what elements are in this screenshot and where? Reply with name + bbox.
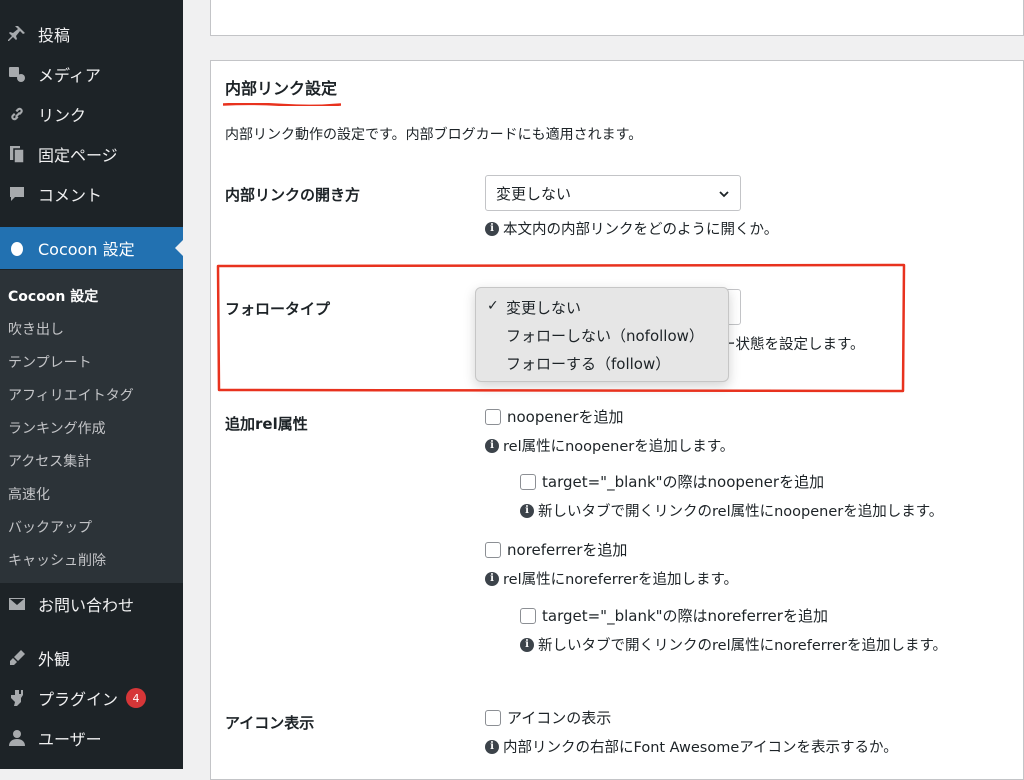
menu-posts[interactable]: 投稿 bbox=[0, 14, 183, 54]
noopener-blank-help-text: 新しいタブで開くリンクのrel属性にnoopenerを追加します。 bbox=[538, 504, 944, 520]
noopener-blank-help: i 新しいタブで開くリンクのrel属性にnoopenerを追加します。 bbox=[520, 500, 943, 521]
noopener-help-text: rel属性にnoopenerを追加します。 bbox=[503, 439, 735, 455]
menu-plugins[interactable]: プラグイン 4 bbox=[0, 678, 183, 718]
icon-display-checkbox[interactable] bbox=[485, 709, 501, 726]
chevron-down-icon bbox=[719, 191, 729, 198]
icon-display-help-text: 内部リンクの右部にFont Awesomeアイコンを表示するか。 bbox=[503, 740, 898, 756]
noopener-blank-checkbox-row[interactable]: target="_blank"の際はnoopenerを追加 bbox=[520, 471, 824, 492]
menu-cocoon-settings[interactable]: Cocoon 設定 bbox=[0, 227, 183, 269]
menu-label: Cocoon 設定 bbox=[38, 240, 135, 259]
noreferrer-help-text: rel属性にnoreferrerを追加します。 bbox=[503, 572, 739, 588]
submenu-item-speech-balloon[interactable]: 吹き出し bbox=[8, 319, 64, 339]
title-underline bbox=[223, 103, 341, 106]
menu-contact[interactable]: お問い合わせ bbox=[0, 584, 183, 624]
comment-icon bbox=[4, 181, 30, 207]
submenu-item-template[interactable]: テンプレート bbox=[8, 352, 92, 372]
user-icon bbox=[4, 725, 30, 751]
noreferrer-checkbox-row[interactable]: noreferrerを追加 bbox=[485, 539, 627, 560]
icon-display-checkbox-row[interactable]: アイコンの表示 bbox=[485, 707, 611, 728]
noopener-checkbox[interactable] bbox=[485, 408, 501, 425]
menu-label: 外観 bbox=[38, 650, 71, 669]
open-method-help-text: 本文内の内部リンクをどのように開くか。 bbox=[503, 222, 779, 238]
icon-display-checkbox-label: アイコンの表示 bbox=[507, 709, 612, 727]
submenu-item-affiliate-tag[interactable]: アフィリエイトタグ bbox=[8, 385, 134, 405]
icon-display-label: アイコン表示 bbox=[225, 714, 315, 732]
section-description: 内部リンク動作の設定です。内部ブログカードにも適用されます。 bbox=[225, 127, 643, 143]
menu-label: 投稿 bbox=[38, 26, 71, 45]
submenu-item-cocoon-settings[interactable]: Cocoon 設定 bbox=[8, 286, 98, 306]
submenu-item-backup[interactable]: バックアップ bbox=[8, 517, 92, 537]
noopener-blank-label: target="_blank"の際はnoopenerを追加 bbox=[542, 473, 825, 491]
info-icon: i bbox=[485, 438, 499, 453]
menu-comments[interactable]: コメント bbox=[0, 174, 183, 214]
noreferrer-blank-checkbox[interactable] bbox=[520, 607, 536, 624]
menu-users[interactable]: ユーザー bbox=[0, 718, 183, 758]
noreferrer-blank-help-text: 新しいタブで開くリンクのrel属性にnoreferrerを追加します。 bbox=[538, 638, 948, 654]
page-icon bbox=[4, 141, 30, 167]
link-icon bbox=[4, 101, 30, 127]
media-icon bbox=[4, 61, 30, 87]
section-title: 内部リンク設定 bbox=[225, 79, 338, 98]
admin-sidebar: 投稿 メディア リンク 固定ページ コメント Cocoon 設定 Cocoon … bbox=[0, 0, 183, 769]
info-icon: i bbox=[485, 739, 499, 754]
info-icon: i bbox=[520, 503, 534, 518]
menu-label: メディア bbox=[38, 66, 101, 85]
open-method-select[interactable]: 変更しない bbox=[485, 175, 741, 211]
noopener-label: noopenerを追加 bbox=[507, 408, 624, 426]
internal-link-settings-panel: 内部リンク設定 内部リンク動作の設定です。内部ブログカードにも適用されます。 内… bbox=[210, 60, 1024, 780]
noreferrer-blank-help: i 新しいタブで開くリンクのrel属性にnoreferrerを追加します。 bbox=[520, 634, 947, 655]
menu-label: お問い合わせ bbox=[38, 596, 135, 615]
pin-icon bbox=[4, 21, 30, 47]
info-icon: i bbox=[485, 571, 499, 586]
menu-label: ユーザー bbox=[38, 730, 102, 749]
noreferrer-help: i rel属性にnoreferrerを追加します。 bbox=[485, 568, 738, 589]
menu-label: 固定ページ bbox=[38, 146, 118, 165]
open-method-help: i 本文内の内部リンクをどのように開くか。 bbox=[485, 218, 778, 239]
noopener-help: i rel属性にnoopenerを追加します。 bbox=[485, 435, 734, 456]
menu-label: プラグイン bbox=[38, 690, 119, 709]
mail-icon bbox=[4, 591, 30, 617]
noreferrer-label: noreferrerを追加 bbox=[507, 541, 628, 559]
submenu-item-cache-delete[interactable]: キャッシュ削除 bbox=[8, 550, 106, 570]
open-method-label: 内部リンクの開き方 bbox=[225, 186, 361, 204]
brush-icon bbox=[4, 645, 30, 671]
cocoon-icon bbox=[4, 235, 30, 261]
update-count-badge: 4 bbox=[126, 688, 147, 708]
info-icon: i bbox=[485, 221, 499, 236]
menu-label: リンク bbox=[38, 106, 87, 125]
menu-links[interactable]: リンク bbox=[0, 94, 183, 134]
menu-pages[interactable]: 固定ページ bbox=[0, 134, 183, 174]
submenu-item-ranking[interactable]: ランキング作成 bbox=[8, 418, 106, 438]
rel-label: 追加rel属性 bbox=[225, 415, 308, 433]
noreferrer-blank-label: target="_blank"の際はnoreferrerを追加 bbox=[542, 607, 828, 625]
submenu-item-access[interactable]: アクセス集計 bbox=[8, 451, 91, 471]
noopener-blank-checkbox[interactable] bbox=[520, 473, 536, 490]
previous-section-panel bbox=[210, 0, 1024, 36]
cocoon-submenu: Cocoon 設定 吹き出し テンプレート アフィリエイトタグ ランキング作成 … bbox=[0, 270, 183, 583]
noreferrer-blank-checkbox-row[interactable]: target="_blank"の際はnoreferrerを追加 bbox=[520, 605, 828, 626]
menu-appearance[interactable]: 外観 bbox=[0, 638, 183, 678]
menu-media[interactable]: メディア bbox=[0, 54, 183, 94]
annotation-highlight-box bbox=[216, 263, 906, 393]
submenu-item-speedup[interactable]: 高速化 bbox=[8, 484, 50, 504]
open-method-select-value: 変更しない bbox=[496, 184, 572, 203]
icon-display-help: i 内部リンクの右部にFont Awesomeアイコンを表示するか。 bbox=[485, 736, 898, 757]
noreferrer-checkbox[interactable] bbox=[485, 541, 501, 558]
plugin-icon bbox=[4, 685, 30, 711]
menu-label: コメント bbox=[38, 186, 103, 205]
noopener-checkbox-row[interactable]: noopenerを追加 bbox=[485, 406, 624, 427]
info-icon: i bbox=[520, 637, 534, 652]
